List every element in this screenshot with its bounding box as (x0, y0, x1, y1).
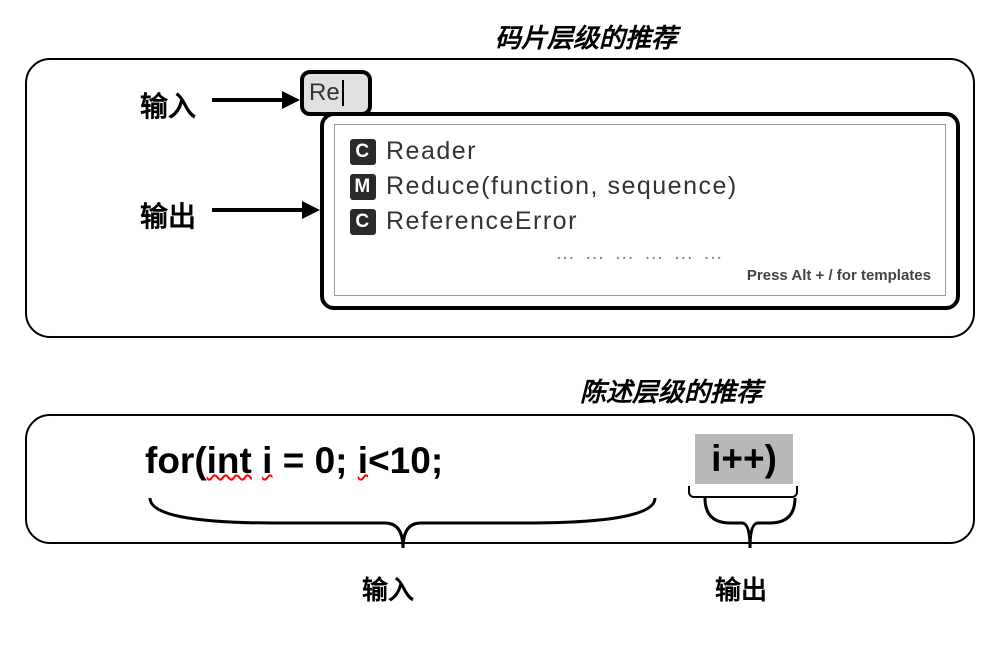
popup-item-label: Reader (386, 137, 477, 166)
output-label-1: 输出 (140, 195, 196, 235)
popup-item-reader[interactable]: C Reader (350, 137, 930, 166)
section2-title: 陈述层级的推荐 (580, 372, 762, 409)
popup-item-referenceerror[interactable]: C ReferenceError (350, 207, 930, 236)
input-label-2: 输入 (362, 570, 414, 607)
code-input-box[interactable]: Re (300, 70, 372, 116)
code-space (252, 440, 262, 481)
input-text: Re (309, 79, 340, 107)
arrow-output-1 (212, 195, 322, 225)
curly-bracket-output (700, 498, 800, 558)
popup-list: C Reader M Reduce(function, sequence) C … (350, 137, 930, 265)
code-for: for( (145, 440, 207, 481)
section1-title: 码片层级的推荐 (495, 18, 677, 55)
code-i2: i (358, 440, 368, 481)
code-eq: = 0; (272, 440, 357, 481)
input-label-1: 输入 (140, 85, 196, 125)
method-icon: M (350, 174, 376, 200)
class-icon: C (350, 209, 376, 235)
popup-item-label: Reduce(function, sequence) (386, 172, 738, 201)
popup-item-label: ReferenceError (386, 207, 578, 236)
suggestion-box[interactable]: i++) (695, 434, 793, 484)
popup-item-reduce[interactable]: M Reduce(function, sequence) (350, 172, 930, 201)
output-label-2: 输出 (715, 570, 767, 607)
code-int: int (207, 440, 252, 481)
popup-ellipsis: … … … … … … (350, 242, 930, 265)
suggestion-box-frame (688, 486, 798, 498)
text-cursor (342, 80, 344, 106)
code-statement: for(int i = 0; i<10; (145, 440, 443, 482)
curly-bracket-input (145, 498, 660, 558)
class-icon: C (350, 139, 376, 165)
popup-inner: C Reader M Reduce(function, sequence) C … (334, 124, 946, 296)
autocomplete-popup: C Reader M Reduce(function, sequence) C … (320, 112, 960, 310)
arrow-input-1 (212, 85, 302, 115)
popup-hint: Press Alt + / for templates (747, 267, 931, 284)
code-i1: i (262, 440, 272, 481)
code-lt: <10; (368, 440, 443, 481)
